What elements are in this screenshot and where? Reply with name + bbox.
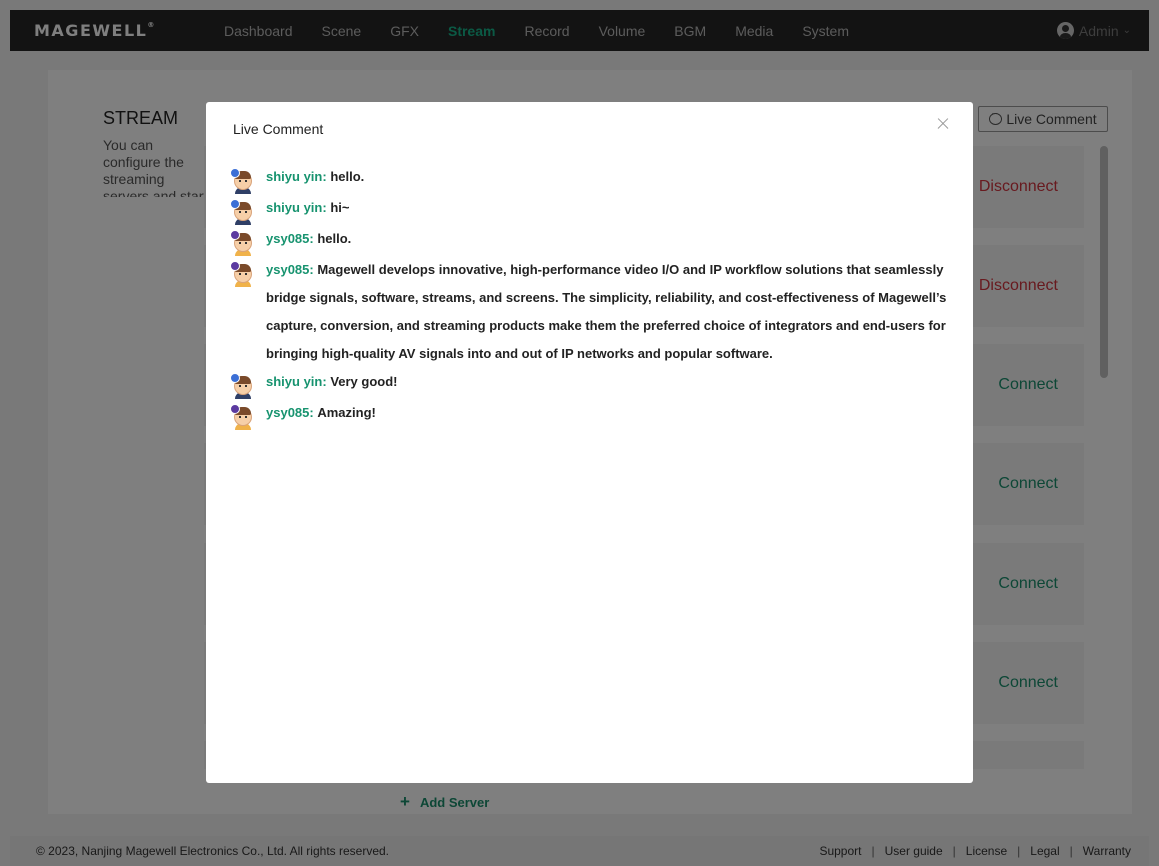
comment-text: shiyu yin: Very good! [266,368,398,396]
comment-author: ysy085: [266,405,314,420]
comment-list: shiyu yin: hello. shiyu yin: hi~ ysy085:… [230,168,950,437]
user-avatar-icon [230,373,256,399]
comment-body: hello. [330,169,365,184]
comment-body: Amazing! [317,405,376,420]
dialog-title: Live Comment [233,121,324,137]
comment-author: ysy085: [266,231,314,246]
comment-body: hi~ [330,200,350,215]
comment-author: shiyu yin: [266,374,327,389]
comment-text: ysy085: Amazing! [266,399,376,427]
comment-item: shiyu yin: Very good! [230,373,950,399]
user-avatar-icon [230,168,256,194]
comment-text: shiyu yin: hello. [266,163,364,191]
user-avatar-icon [230,230,256,256]
comment-author: shiyu yin: [266,200,327,215]
comment-item: shiyu yin: hello. [230,168,950,194]
comment-text: shiyu yin: hi~ [266,194,349,222]
comment-text: ysy085: hello. [266,225,351,253]
user-avatar-icon [230,199,256,225]
comment-item: ysy085: hello. [230,230,950,256]
comment-item: ysy085: Amazing! [230,404,950,430]
comment-body: Very good! [330,374,398,389]
comment-item: ysy085: Magewell develops innovative, hi… [230,261,950,368]
user-avatar-icon [230,404,256,430]
comment-text: ysy085: Magewell develops innovative, hi… [266,256,950,368]
close-icon[interactable] [933,114,953,134]
live-comment-dialog: Live Comment shiyu yin: hello. shiyu yin… [206,102,973,783]
comment-body: hello. [317,231,352,246]
user-avatar-icon [230,261,256,287]
comment-body: Magewell develops innovative, high-perfo… [266,262,947,361]
comment-author: ysy085: [266,262,314,277]
comment-item: shiyu yin: hi~ [230,199,950,225]
comment-author: shiyu yin: [266,169,327,184]
